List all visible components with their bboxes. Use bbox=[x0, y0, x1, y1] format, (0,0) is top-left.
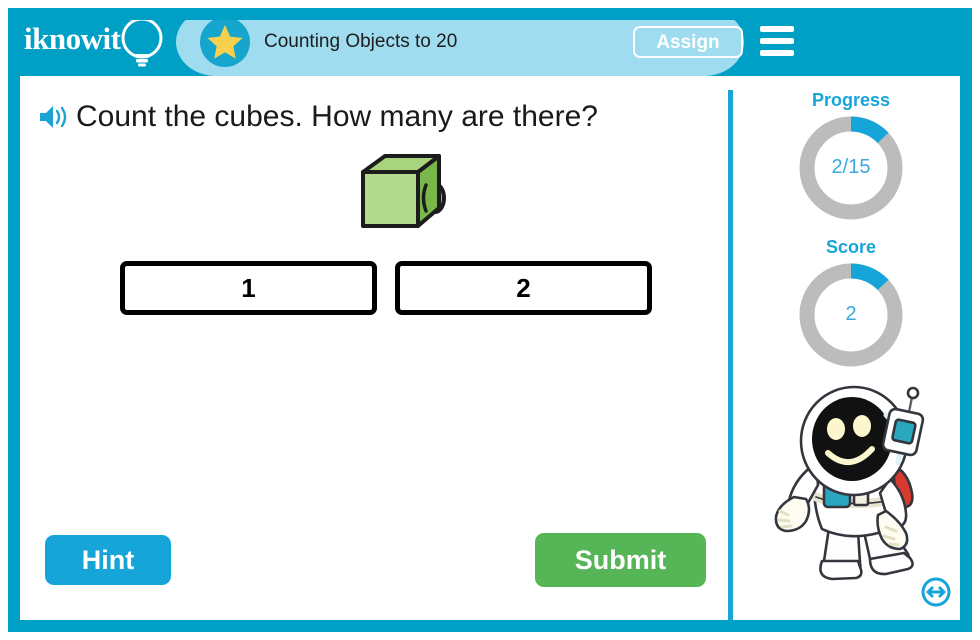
assign-button[interactable]: Assign bbox=[633, 26, 743, 58]
star-badge bbox=[200, 17, 250, 67]
content-area: Count the cubes. How many are there? 1 2 bbox=[20, 76, 960, 620]
question-text: Count the cubes. How many are there? bbox=[76, 100, 598, 133]
sidebar: Progress 2/15 Score 2 bbox=[742, 76, 960, 620]
hamburger-menu-icon[interactable] bbox=[760, 26, 794, 56]
progress-label: Progress bbox=[811, 90, 891, 110]
score-label: Score bbox=[825, 237, 877, 257]
speaker-audio-icon[interactable] bbox=[38, 102, 72, 132]
answer-option-1[interactable]: 1 bbox=[120, 261, 377, 315]
astronaut-mascot bbox=[774, 385, 925, 581]
app-header: iknowit Counting Objects to 20 Assign bbox=[8, 8, 972, 76]
hint-button[interactable]: Hint bbox=[45, 535, 171, 585]
logo-text: iknowit bbox=[24, 21, 121, 56]
cube-illustration-area bbox=[38, 148, 708, 248]
answer-option-2[interactable]: 2 bbox=[395, 261, 652, 315]
question-row: Count the cubes. How many are there? bbox=[38, 94, 708, 140]
resize-horizontal-icon[interactable] bbox=[920, 576, 952, 608]
submit-button[interactable]: Submit bbox=[535, 533, 706, 587]
star-icon bbox=[207, 25, 243, 59]
menu-bar bbox=[760, 50, 794, 56]
sidebar-divider bbox=[728, 90, 733, 620]
menu-bar bbox=[760, 38, 794, 44]
app-frame: iknowit Counting Objects to 20 Assign Co… bbox=[8, 8, 972, 632]
answer-options: 1 2 bbox=[120, 261, 665, 315]
green-snap-cube bbox=[361, 154, 446, 228]
iknowit-logo[interactable]: iknowit bbox=[24, 16, 184, 68]
menu-bar bbox=[760, 26, 794, 32]
lesson-title: Counting Objects to 20 bbox=[264, 31, 458, 52]
progress-value: 2/15 bbox=[831, 156, 871, 178]
score-value: 2 bbox=[845, 303, 857, 325]
lightbulb-icon bbox=[121, 17, 163, 67]
